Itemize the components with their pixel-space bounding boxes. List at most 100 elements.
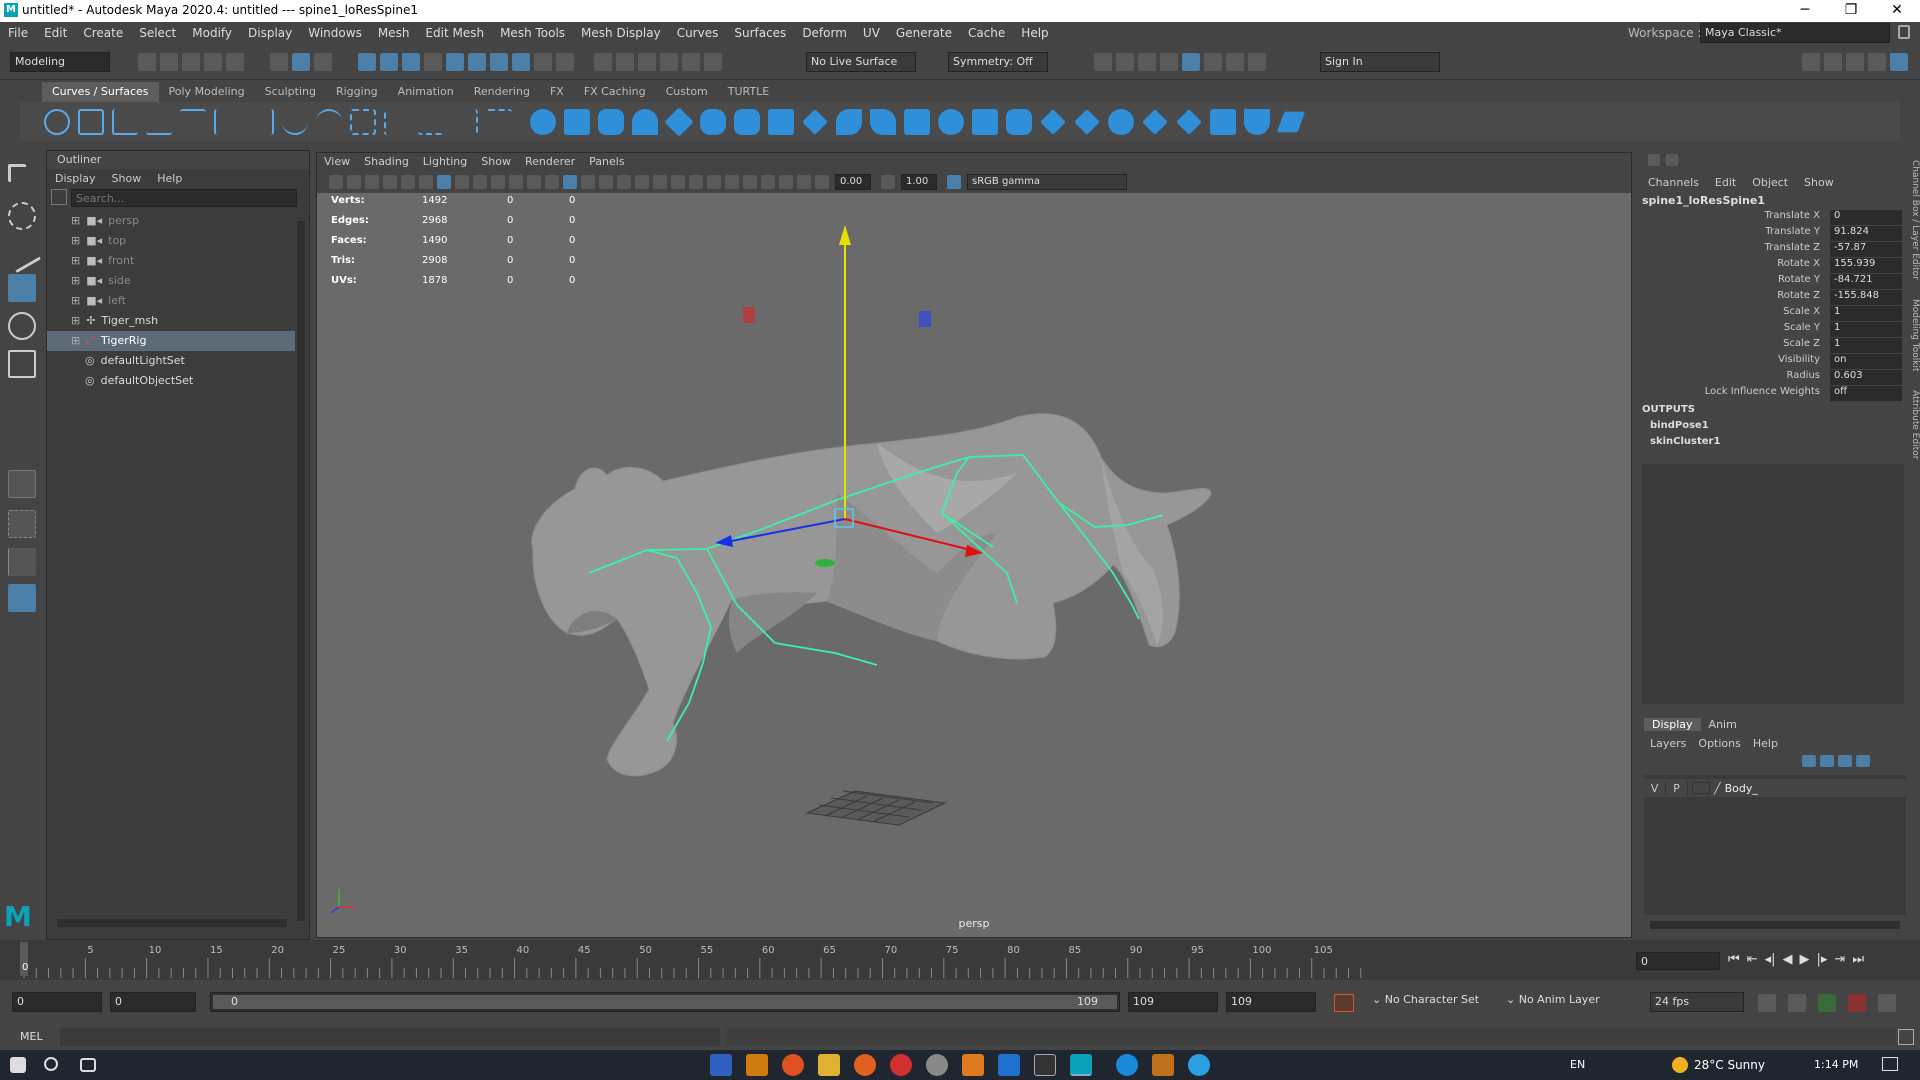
lasso-icon[interactable] — [682, 53, 700, 71]
single-perspective-layout-icon[interactable] — [8, 470, 36, 498]
cache-playback-icon[interactable] — [1788, 994, 1806, 1012]
command-input[interactable] — [60, 1028, 720, 1046]
menu-mesh[interactable]: Mesh — [370, 22, 418, 44]
menu-uv[interactable]: UV — [855, 22, 888, 44]
gamma-field[interactable]: 1.00 — [901, 174, 937, 190]
taskbar-app-9-icon[interactable] — [998, 1054, 1020, 1076]
menu-display[interactable]: Display — [240, 22, 300, 44]
ep-curve-icon[interactable] — [146, 109, 172, 135]
outliner-layout-icon[interactable] — [8, 584, 36, 612]
close-button[interactable]: ✕ — [1874, 0, 1920, 22]
layer-editor-icon[interactable] — [1890, 53, 1908, 71]
outliner-item-defaultobjectset[interactable]: ◎ defaultObjectSet — [85, 371, 193, 391]
default-material-icon[interactable] — [581, 175, 595, 189]
planar-icon[interactable] — [802, 109, 828, 135]
bevel-plus-icon[interactable] — [904, 109, 930, 135]
auto-key-icon[interactable] — [1334, 994, 1354, 1012]
scene-start-field[interactable]: 0 — [12, 992, 102, 1012]
step-forward-key-icon[interactable]: ⇥ — [1834, 952, 1845, 967]
shelf-tab-rendering[interactable]: Rendering — [464, 82, 540, 102]
windows-start-icon[interactable] — [10, 1057, 26, 1073]
side-tab-attribute-editor[interactable]: Attribute Editor — [1910, 390, 1920, 459]
channel-box-pin-icon[interactable] — [1648, 154, 1660, 166]
shelf-tab-fx[interactable]: FX — [540, 82, 574, 102]
blender-icon[interactable] — [962, 1054, 984, 1076]
minimize-button[interactable]: ─ — [1782, 0, 1828, 22]
new-layer-from-selection-icon[interactable] — [1856, 755, 1870, 767]
attr-translate-y[interactable]: Translate Y 91.824 — [1640, 226, 1920, 242]
attr-rotate-x[interactable]: Rotate X 155.939 — [1640, 258, 1920, 274]
taskbar-app-7-icon[interactable] — [926, 1054, 948, 1076]
anti-aliasing-icon[interactable] — [707, 175, 721, 189]
anim-layer-dropdown[interactable]: ⌄ No Anim Layer — [1506, 993, 1600, 1006]
move-layer-down-icon[interactable] — [1820, 755, 1834, 767]
playback-start-field[interactable]: 0 — [110, 992, 196, 1012]
revolve-icon[interactable] — [734, 109, 760, 135]
smooth-shade-icon[interactable] — [563, 175, 577, 189]
rebuild-surface-icon[interactable] — [1276, 111, 1306, 133]
menu-modify[interactable]: Modify — [184, 22, 240, 44]
select-object-icon[interactable] — [292, 53, 310, 71]
camera-select-icon[interactable] — [329, 175, 343, 189]
gate-mask-icon[interactable] — [491, 175, 505, 189]
menu-generate[interactable]: Generate — [888, 22, 960, 44]
xray-joints-icon[interactable] — [779, 175, 793, 189]
nurbs-sphere-icon[interactable] — [530, 109, 556, 135]
layer-name[interactable]: Body_ — [1725, 782, 1758, 795]
isolate-select-icon[interactable] — [743, 175, 757, 189]
paint-select-tool-icon[interactable] — [2, 234, 42, 274]
playback-end-field[interactable]: 109 — [1128, 992, 1218, 1012]
menu-deform[interactable]: Deform — [794, 22, 855, 44]
shelf-tab-custom[interactable]: Custom — [656, 82, 718, 102]
tiger-mesh[interactable] — [531, 413, 1212, 777]
menu-windows[interactable]: Windows — [300, 22, 370, 44]
output-bindpose[interactable]: bindPose1 — [1650, 420, 1709, 431]
duplicate-curves-icon[interactable] — [1006, 109, 1032, 135]
pencil-curve-icon[interactable] — [180, 109, 206, 135]
outliner-hscrollbar[interactable] — [57, 919, 287, 927]
modeling-toolkit-icon[interactable] — [1802, 53, 1820, 71]
cb-menu-channels[interactable]: Channels — [1640, 176, 1707, 189]
cb-menu-edit[interactable]: Edit — [1707, 176, 1744, 189]
shelf-tab-sculpting[interactable]: Sculpting — [255, 82, 326, 102]
render-settings-icon[interactable] — [1160, 53, 1178, 71]
extend-curve-icon[interactable] — [350, 109, 376, 135]
selection-mask-icon[interactable] — [468, 53, 486, 71]
task-view-icon[interactable] — [80, 1058, 96, 1072]
search-icon[interactable] — [44, 1057, 58, 1071]
viewport-panel[interactable]: View Shading Lighting Show Renderer Pane… — [316, 152, 1632, 938]
select-tool-icon[interactable] — [8, 164, 26, 182]
channel-box-help-icon[interactable] — [1666, 154, 1678, 166]
snap-curve-icon[interactable] — [380, 53, 398, 71]
construction-icon[interactable] — [616, 53, 634, 71]
cb-menu-show[interactable]: Show — [1796, 176, 1842, 189]
field-chart-icon[interactable] — [509, 175, 523, 189]
attr-radius[interactable]: Radius 0.603 — [1640, 370, 1920, 386]
layer-menu-help[interactable]: Help — [1747, 737, 1784, 750]
layer-tab-anim[interactable]: Anim — [1701, 718, 1745, 731]
scene-canvas[interactable] — [317, 193, 1631, 937]
move-layer-up-icon[interactable] — [1802, 755, 1816, 767]
offset-curve-icon[interactable] — [384, 109, 410, 135]
sculpt-surface-icon[interactable] — [1244, 109, 1270, 135]
taskbar-app-6-icon[interactable] — [890, 1054, 912, 1076]
nurbs-square-icon[interactable] — [78, 109, 104, 135]
outliner-vscrollbar[interactable] — [297, 221, 305, 921]
side-tab-channel-box[interactable]: Channel Box / Layer Editor — [1910, 160, 1920, 280]
snap-grid-icon[interactable] — [358, 53, 376, 71]
attr-scale-x[interactable]: Scale X1 — [1640, 306, 1920, 322]
maya-m-logo-icon[interactable]: M — [4, 902, 40, 932]
menu-mesh-tools[interactable]: Mesh Tools — [492, 22, 573, 44]
exposure-field[interactable]: 0.00 — [835, 174, 871, 190]
menu-file[interactable]: File — [0, 22, 36, 44]
outliner-item-side[interactable]: ⊞ ■◂ side — [71, 271, 131, 291]
outliner-search-input[interactable] — [71, 189, 297, 207]
character-set-dropdown[interactable]: ⌄ No Character Set — [1372, 993, 1479, 1006]
vp-menu-panels[interactable]: Panels — [582, 153, 631, 171]
nurbs-cylinder-icon[interactable] — [598, 109, 624, 135]
xray-components-icon[interactable] — [797, 175, 811, 189]
make-live-icon[interactable] — [660, 53, 678, 71]
attr-rotate-z[interactable]: Rotate Z -155.848 — [1640, 290, 1920, 306]
move-tool-icon[interactable] — [8, 274, 36, 302]
menu-select[interactable]: Select — [131, 22, 184, 44]
